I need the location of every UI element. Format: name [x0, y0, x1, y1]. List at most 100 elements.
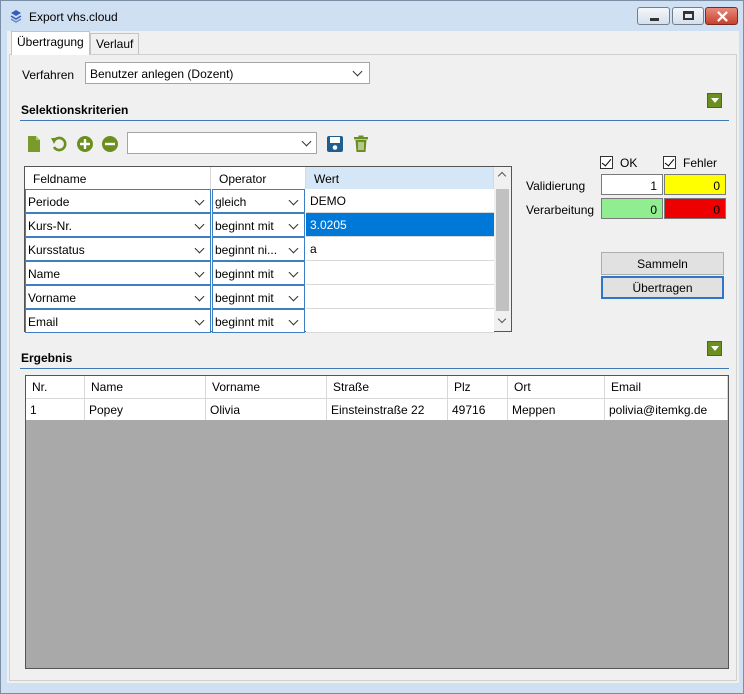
preset-dropdown[interactable] — [127, 132, 317, 154]
column-header-wert[interactable]: Wert — [306, 167, 494, 189]
ok-checkbox[interactable] — [600, 156, 613, 169]
column-header-name[interactable]: Name — [85, 376, 206, 398]
field-select-row6[interactable]: Email — [25, 309, 211, 333]
value-cell-row3[interactable]: a — [306, 237, 494, 261]
column-header-operator[interactable]: Operator — [211, 167, 306, 189]
operator-value: beginnt mit — [215, 291, 274, 305]
verfahren-dropdown[interactable]: Benutzer anlegen (Dozent) — [85, 62, 370, 84]
result-cell-email[interactable]: polivia@itemkg.de — [605, 398, 728, 420]
error-label: Fehler — [683, 156, 718, 170]
operator-value: beginnt mit — [215, 315, 274, 329]
column-header-strasse[interactable]: Straße — [327, 376, 448, 398]
undo-icon[interactable] — [50, 135, 68, 153]
chevron-down-icon — [288, 315, 299, 326]
operator-select-row5[interactable]: beginnt mit — [212, 285, 305, 309]
tab-verlauf[interactable]: Verlauf — [90, 33, 140, 55]
operator-value: beginnt mit — [215, 219, 274, 233]
collapse-selection-button[interactable] — [707, 93, 722, 108]
count-value: 0 — [713, 179, 720, 193]
error-checkbox[interactable] — [663, 156, 676, 169]
chevron-down-icon — [194, 195, 205, 206]
field-value: Name — [28, 267, 61, 281]
window-title: Export vhs.cloud — [29, 10, 118, 24]
count-value: 1 — [650, 179, 657, 193]
operator-select-row2[interactable]: beginnt mit — [212, 213, 305, 237]
verfahren-label: Verfahren — [22, 68, 75, 82]
operator-select-row4[interactable]: beginnt mit — [212, 261, 305, 285]
chevron-down-icon — [194, 219, 205, 230]
result-cell-ort[interactable]: Meppen — [508, 398, 605, 420]
field-select-row1[interactable]: Periode — [25, 189, 211, 213]
validation-error-count: 0 — [664, 174, 726, 195]
maximize-button[interactable] — [672, 7, 704, 25]
add-row-icon[interactable] — [76, 135, 94, 153]
result-cell-vorname[interactable]: Olivia — [206, 398, 327, 420]
field-select-row4[interactable]: Name — [25, 261, 211, 285]
vertical-scrollbar[interactable] — [494, 167, 511, 331]
tab-panel-uebertragung: Verfahren Benutzer anlegen (Dozent) Sele… — [9, 54, 737, 681]
operator-value: beginnt mit — [215, 267, 274, 281]
transfer-button[interactable]: Übertragen — [601, 276, 724, 299]
column-header-plz[interactable]: Plz — [448, 376, 508, 398]
chevron-down-icon — [194, 315, 205, 326]
column-header-email[interactable]: Email — [605, 376, 728, 398]
result-cell-strasse[interactable]: Einsteinstraße 22 — [327, 398, 448, 420]
result-cell-plz[interactable]: 49716 — [448, 398, 508, 420]
value-cell-row6[interactable] — [306, 309, 494, 333]
result-cell-name[interactable]: Popey — [85, 398, 206, 420]
selection-divider — [20, 120, 729, 121]
operator-select-row6[interactable]: beginnt mit — [212, 309, 305, 333]
remove-row-icon[interactable] — [101, 135, 119, 153]
minimize-icon — [650, 18, 659, 21]
chevron-down-icon — [194, 291, 205, 302]
ok-label: OK — [620, 156, 638, 170]
value-cell-row5[interactable] — [306, 285, 494, 309]
export-window: Export vhs.cloud Übertragung Verlauf Ver… — [0, 0, 744, 694]
column-header-vorname[interactable]: Vorname — [206, 376, 327, 398]
field-value: Email — [28, 315, 59, 329]
value-cell-row2-selected[interactable]: 3.0205 — [306, 213, 494, 237]
client-area: Übertragung Verlauf Verfahren Benutzer a… — [7, 31, 739, 683]
collapse-result-button[interactable] — [707, 341, 722, 356]
value-cell-row4[interactable] — [306, 261, 494, 285]
validation-label: Validierung — [526, 179, 586, 193]
operator-value: gleich — [215, 195, 247, 209]
validation-ok-count: 1 — [601, 174, 663, 195]
field-value: Kursstatus — [28, 243, 85, 257]
tab-uebertragung[interactable]: Übertragung — [11, 31, 90, 55]
maximize-icon — [683, 11, 694, 20]
chevron-down-icon — [301, 136, 312, 147]
collect-button[interactable]: Sammeln — [601, 252, 724, 275]
field-value: Vorname — [28, 291, 77, 305]
field-select-row2[interactable]: Kurs-Nr. — [25, 213, 211, 237]
column-header-feldname[interactable]: Feldname — [25, 167, 211, 189]
title-bar: Export vhs.cloud — [1, 1, 743, 31]
result-divider — [20, 368, 729, 369]
operator-select-row1[interactable]: gleich — [212, 189, 305, 213]
result-section-title: Ergebnis — [21, 351, 73, 365]
field-select-row3[interactable]: Kursstatus — [25, 237, 211, 261]
new-document-icon[interactable] — [25, 135, 43, 153]
count-value: 0 — [713, 203, 720, 217]
value-cell-row1[interactable]: DEMO — [306, 189, 494, 213]
column-header-nr[interactable]: Nr. — [26, 376, 85, 398]
field-select-row5[interactable]: Vorname — [25, 285, 211, 309]
close-button[interactable] — [705, 7, 738, 25]
value-text: 3.0205 — [310, 218, 347, 232]
field-value: Kurs-Nr. — [28, 219, 73, 233]
minimize-button[interactable] — [637, 7, 670, 25]
save-icon[interactable] — [326, 135, 344, 153]
delete-icon[interactable] — [352, 135, 370, 153]
scroll-up-icon[interactable] — [497, 171, 507, 181]
chevron-down-icon — [194, 243, 205, 254]
app-logo-icon — [10, 10, 22, 23]
result-cell-nr[interactable]: 1 — [26, 398, 85, 420]
chevron-down-icon — [288, 195, 299, 206]
chevron-down-icon — [288, 243, 299, 254]
scrollbar-thumb[interactable] — [496, 189, 509, 311]
scroll-down-icon[interactable] — [497, 314, 507, 324]
operator-select-row3[interactable]: beginnt ni... — [212, 237, 305, 261]
processing-label: Verarbeitung — [526, 203, 595, 217]
selection-section-title: Selektionskriterien — [21, 103, 129, 117]
column-header-ort[interactable]: Ort — [508, 376, 605, 398]
